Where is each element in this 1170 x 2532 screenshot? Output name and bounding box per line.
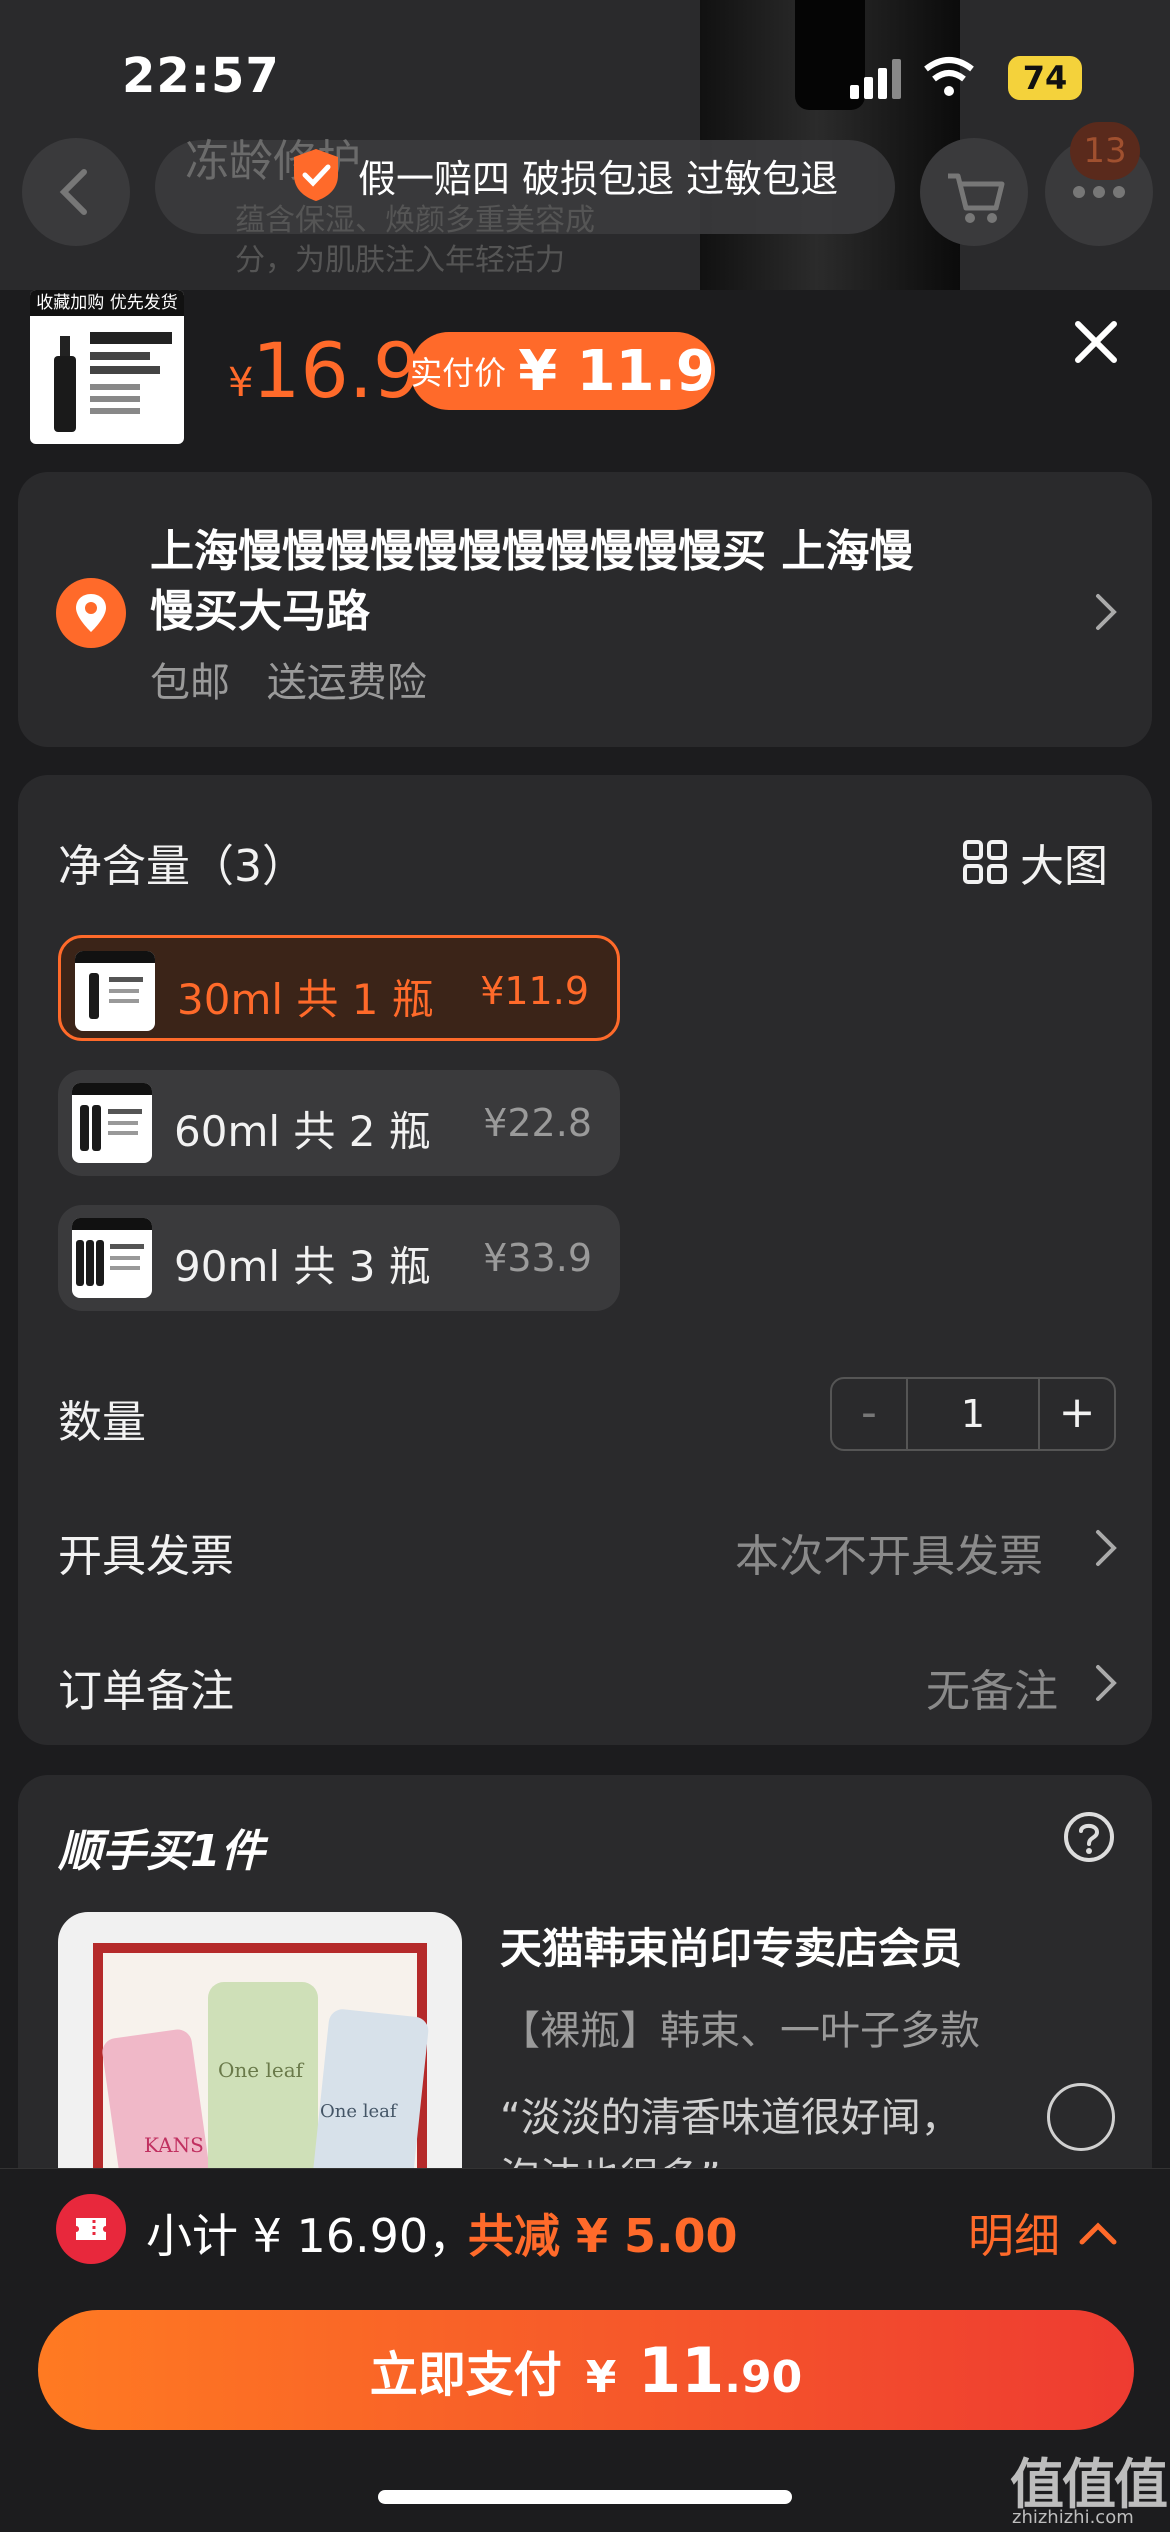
serum-bottle-image <box>54 332 172 432</box>
shipping-tags: 包邮 送运费险 <box>150 660 427 706</box>
invoice-value[interactable]: 本次不开具发票 <box>735 1520 1043 1584</box>
chevron-up-icon <box>1079 2222 1117 2245</box>
actual-price-value: ¥ 11.9 <box>518 338 715 404</box>
location-pin-icon <box>56 578 126 648</box>
addon-select-radio[interactable] <box>1047 2083 1115 2151</box>
order-remark-label: 订单备注 <box>58 1666 234 1717</box>
chevron-right-icon <box>1096 594 1117 630</box>
net-content-title: 净含量（3） <box>58 841 306 892</box>
status-time: 22:57 <box>122 48 280 104</box>
sku-image <box>75 951 155 1031</box>
watermark-url: zhizhizhi.com <box>1012 2507 1134 2528</box>
addon-store-name: 天猫韩束尚印专卖店会员 <box>500 1924 963 1973</box>
product-price: 16.9 <box>252 326 422 415</box>
discount-text: 共减 ¥ 5.00 <box>468 2209 738 2263</box>
quantity-decrease-button[interactable]: - <box>832 1379 906 1449</box>
quantity-value[interactable]: 1 <box>906 1379 1040 1449</box>
sku-image <box>72 1218 152 1298</box>
background-line2: 分，为肌肤注入年轻活力 <box>235 243 565 278</box>
pay-now-button[interactable]: 立即支付 ¥ 11.90 <box>38 2310 1134 2430</box>
pay-amount-dec: .90 <box>724 2351 803 2403</box>
cart-button[interactable] <box>920 138 1028 246</box>
chevron-right-icon <box>1096 1530 1117 1566</box>
order-remark-value[interactable]: 无备注 <box>926 1655 1058 1719</box>
sku-image <box>72 1083 152 1163</box>
sku-name: 90ml 共 3 瓶 <box>174 1242 431 1291</box>
sku-name: 30ml 共 1 瓶 <box>177 975 434 1024</box>
coupon-icon <box>56 2194 126 2264</box>
sku-price: ¥33.9 <box>483 1236 592 1280</box>
sku-price: ¥11.9 <box>480 969 589 1013</box>
actual-price-badge: 实付价 ¥ 11.9 <box>410 332 715 410</box>
grid-icon <box>963 840 1007 884</box>
home-indicator[interactable] <box>378 2490 792 2504</box>
quantity-label: 数量 <box>58 1397 146 1448</box>
address-line-1: 上海慢慢慢慢慢慢慢慢慢慢慢买 上海慢 <box>150 526 914 577</box>
brand-oneleaf-2: One leaf <box>320 2101 398 2122</box>
chevron-left-icon <box>59 169 87 215</box>
brand-oneleaf: One leaf <box>218 2058 305 2082</box>
guarantee-banner: 假一赔四 破损包退 过敏包退 <box>290 145 838 205</box>
subtotal-text: 小计 ¥ 16.90， <box>146 2209 475 2263</box>
addon-title: 顺手买1件 <box>58 1826 265 1877</box>
address-line-2: 慢买大马路 <box>150 586 370 637</box>
sku-option-90ml[interactable]: 90ml 共 3 瓶 ¥33.9 <box>58 1205 620 1311</box>
addon-description: 【裸瓶】韩束、一叶子多款 <box>500 2008 980 2054</box>
battery-indicator: 74 <box>1008 56 1082 100</box>
cart-icon <box>948 173 1005 223</box>
actual-price-label: 实付价 <box>410 354 507 392</box>
product-thumbnail[interactable]: 收藏加购 优先发货 <box>30 290 184 444</box>
invoice-label: 开具发票 <box>58 1531 234 1582</box>
back-button[interactable] <box>22 138 130 246</box>
big-image-label: 大图 <box>1020 841 1108 892</box>
guarantee-text: 假一赔四 破损包退 过敏包退 <box>358 156 839 201</box>
sku-name: 60ml 共 2 瓶 <box>174 1107 431 1156</box>
brand-kans: KANS <box>144 2133 204 2157</box>
addon-review-line1: “淡淡的清香味道很好闻， <box>500 2095 961 2141</box>
pay-now-amount: ¥ 11.90 <box>586 2334 802 2407</box>
pay-amount-int: 11 <box>638 2333 725 2407</box>
cart-count-badge: 13 <box>1070 122 1140 180</box>
quantity-stepper: - 1 + <box>830 1377 1116 1451</box>
close-icon[interactable] <box>1068 314 1124 370</box>
sku-price: ¥22.8 <box>483 1101 592 1145</box>
help-icon[interactable] <box>1062 1810 1116 1864</box>
pay-now-label: 立即支付 <box>369 2347 562 2403</box>
thumb-banner: 收藏加购 优先发货 <box>30 290 184 316</box>
sku-option-60ml[interactable]: 60ml 共 2 瓶 ¥22.8 <box>58 1070 620 1176</box>
quantity-increase-button[interactable]: + <box>1040 1379 1114 1449</box>
big-image-button[interactable]: 大图 <box>962 830 1108 894</box>
sku-option-30ml[interactable]: 30ml 共 1 瓶 ¥11.9 <box>58 935 620 1041</box>
price-detail-button[interactable]: 明细 <box>968 2200 1118 2266</box>
price-currency: ¥ <box>228 360 254 406</box>
detail-label: 明细 <box>968 2209 1060 2263</box>
pay-currency: ¥ <box>585 2351 617 2403</box>
shield-check-icon <box>294 149 338 201</box>
chevron-right-icon <box>1096 1665 1117 1701</box>
